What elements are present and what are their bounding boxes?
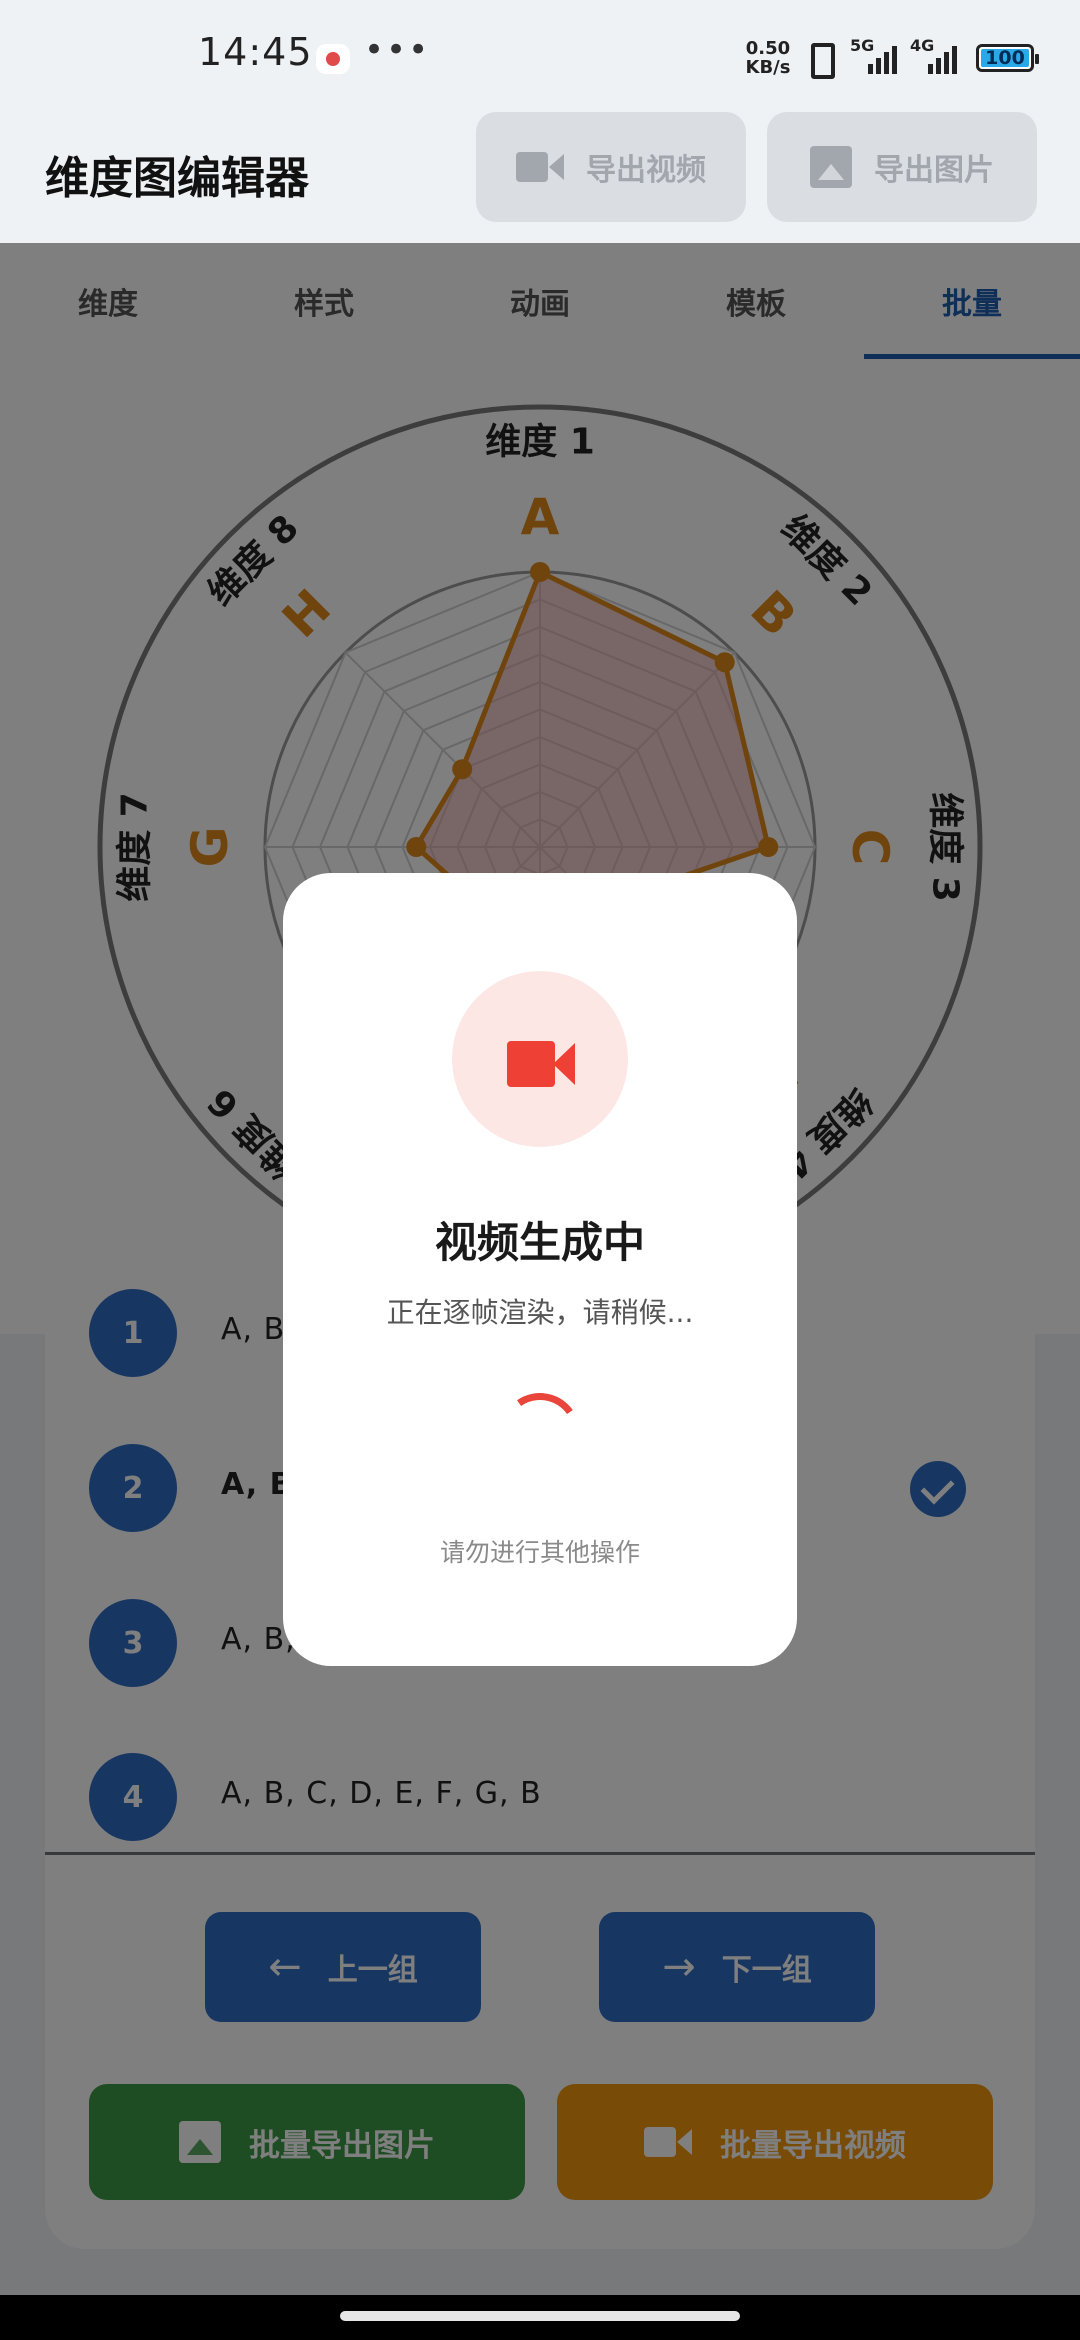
net-speed: 0.50 KB/s <box>745 38 791 78</box>
dialog-title: 视频生成中 <box>434 1218 645 1267</box>
export-video-button[interactable]: 导出视频 <box>476 112 746 222</box>
more-notifications-icon: ••• <box>364 30 431 70</box>
status-bar: 14:45 ••• 0.50 KB/s 5G 4G 100 <box>0 0 1080 112</box>
signal-5g-icon: 5G <box>850 36 898 78</box>
app-bar: 维度图编辑器 导出视频 导出图片 <box>0 112 1080 243</box>
loading-spinner-icon <box>493 1386 587 1480</box>
video-camera-icon <box>507 1041 575 1087</box>
page-title: 维度图编辑器 <box>45 153 309 204</box>
vibrate-icon <box>802 41 838 79</box>
export-video-label: 导出视频 <box>586 153 706 188</box>
gesture-bar <box>0 2295 1080 2340</box>
dialog-note: 请勿进行其他操作 <box>439 1538 640 1567</box>
home-indicator[interactable] <box>340 2311 740 2321</box>
video-generating-dialog: 视频生成中 正在逐帧渲染，请稍候... 请勿进行其他操作 <box>283 873 797 1666</box>
export-image-button[interactable]: 导出图片 <box>767 112 1037 222</box>
status-time: 14:45 <box>198 30 313 74</box>
battery-icon: 100 <box>976 44 1039 72</box>
video-camera-icon <box>516 150 564 184</box>
signal-4g-icon: 4G <box>910 36 958 78</box>
image-icon <box>810 146 852 188</box>
recording-icon <box>316 44 350 74</box>
status-indicators: 0.50 KB/s 5G 4G 100 <box>744 36 1039 80</box>
dialog-subtitle: 正在逐帧渲染，请稍候... <box>386 1296 694 1329</box>
export-image-label: 导出图片 <box>874 153 994 188</box>
dialog-icon-circle <box>452 971 628 1147</box>
